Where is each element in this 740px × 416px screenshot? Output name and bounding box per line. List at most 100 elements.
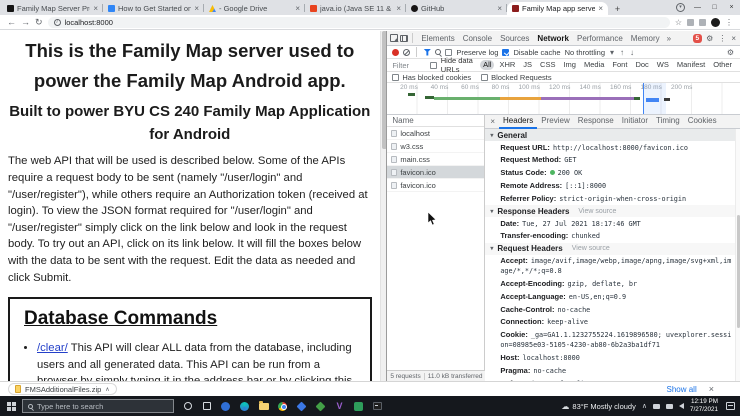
app-button[interactable] [216,396,235,416]
browser-tab[interactable]: java.io (Java SE 11 & JDK 11) × [305,2,406,15]
request-row[interactable]: localhost [387,127,485,140]
request-row[interactable]: w3.css [387,140,485,153]
clear-api-link[interactable]: /clear/ [37,342,68,354]
checkbox[interactable] [392,73,400,81]
filter-pill[interactable]: Other [710,60,735,70]
details-tab[interactable]: Response [574,115,618,129]
devtools-menu-kebab-icon[interactable]: ⋮ [717,34,727,43]
tab-close-icon[interactable]: × [93,4,98,13]
filter-pill[interactable]: Doc [632,60,651,70]
tab-close-icon[interactable]: × [396,4,401,13]
export-har-icon[interactable]: ↓ [629,48,635,57]
maximize-button[interactable]: □ [706,0,723,14]
devtools-tab[interactable]: Elements [417,31,458,46]
reload-icon[interactable]: ↻ [35,17,43,28]
filter-funnel-icon[interactable] [423,48,432,56]
volume-icon[interactable] [678,403,684,409]
weather-widget[interactable]: ☁ 83°F Mostly cloudy [561,402,635,411]
site-info-icon[interactable]: i [53,18,61,26]
browser-tab[interactable]: Family Map Server Program doc × [2,2,103,15]
close-button[interactable]: × [723,0,740,14]
filter-pill[interactable]: Media [581,60,607,70]
tray-app-icon[interactable] [652,403,660,409]
filter-pill[interactable]: WS [654,60,672,70]
hidden-icons-caret[interactable]: ∧ [642,402,647,410]
close-details-icon[interactable]: × [487,117,498,126]
terminal-button[interactable] [368,396,387,416]
file-explorer-button[interactable] [254,396,273,416]
name-column-header[interactable]: Name [387,115,485,127]
filter-pill[interactable]: All [480,60,495,70]
back-icon[interactable]: ← [7,17,16,27]
device-toolbar-icon[interactable] [400,34,409,42]
minimize-button[interactable]: — [689,0,706,14]
show-all-downloads-link[interactable]: Show all [666,385,696,394]
clear-network-log-icon[interactable] [403,48,411,56]
error-count-badge[interactable]: 5 [692,33,703,43]
preserve-log-checkbox[interactable] [445,48,453,56]
filter-pill[interactable]: Img [560,60,579,70]
cortana-button[interactable] [178,396,197,416]
details-tab[interactable]: Headers [499,115,538,129]
tab-close-icon[interactable]: × [295,4,300,13]
more-tabs-icon[interactable]: » [666,34,672,43]
filter-pill[interactable]: CSS [537,60,558,70]
tab-close-icon[interactable]: × [497,4,502,13]
browser-menu-kebab-icon[interactable]: ⋮ [725,18,733,27]
details-scrollbar[interactable] [735,129,740,381]
tab-close-icon[interactable]: × [194,4,199,13]
browser-tab[interactable]: How to Get Started on the Fami × [103,2,204,15]
import-har-icon[interactable]: ↑ [619,48,625,57]
search-icon[interactable] [435,49,442,55]
extension-icon[interactable] [699,18,706,26]
record-icon[interactable] [392,48,400,56]
blocked-option[interactable]: Blocked Requests [481,73,552,82]
url-input[interactable]: i localhost:8000 [47,16,670,28]
app-button[interactable] [292,396,311,416]
view-source-link[interactable]: View source [572,245,610,252]
filter-pill[interactable]: XHR [496,60,518,70]
chrome-button[interactable] [273,396,292,416]
forward-icon[interactable]: → [21,17,30,27]
download-item[interactable]: FMSAdditionalFiles.zip ∧ [8,383,117,395]
throttling-select[interactable]: No throttling [565,48,605,57]
devtools-tab[interactable]: Memory [627,31,664,46]
visual-studio-button[interactable]: V [330,396,349,416]
details-tab[interactable]: Timing [652,115,684,129]
start-button[interactable] [0,396,22,416]
devtools-tab[interactable]: Performance [573,31,627,46]
devtools-close-icon[interactable]: × [730,34,737,43]
page-scrollbar[interactable] [379,31,387,381]
general-section-header[interactable]: ▾ General [485,129,740,141]
app-button[interactable] [349,396,368,416]
response-headers-section-header[interactable]: ▾ Response Headers View source [485,205,740,218]
filter-pill[interactable]: JS [520,60,535,70]
tray-app-icon[interactable] [665,403,673,409]
view-source-link[interactable]: View source [578,208,616,215]
app-button[interactable] [311,396,330,416]
browser-tab[interactable]: GitHub × [406,2,507,15]
tab-close-icon[interactable]: × [598,4,603,13]
profile-avatar[interactable] [711,17,720,27]
edge-button[interactable] [235,396,254,416]
browser-tab[interactable]: Family Map app server × [507,2,608,15]
download-menu-caret-icon[interactable]: ∧ [105,386,109,393]
filter-input[interactable]: Filter [392,61,425,70]
blocked-option[interactable]: Has blocked cookies [392,73,471,82]
details-tab[interactable]: Cookies [684,115,721,129]
devtools-tab[interactable]: Sources [496,31,533,46]
new-tab-button[interactable]: + [611,2,624,15]
devtools-settings-gear-icon[interactable]: ⚙ [705,34,714,43]
close-shelf-icon[interactable]: × [709,384,714,394]
extension-icon[interactable] [687,18,694,26]
request-row[interactable]: favicon.ico [387,179,485,192]
request-row[interactable]: favicon.ico [387,166,485,179]
hide-data-urls-checkbox[interactable] [429,61,437,69]
devtools-tab[interactable]: Network [533,31,573,46]
action-center-icon[interactable] [726,402,735,410]
tab-search-button[interactable]: ▾ [672,0,689,14]
filter-pill[interactable]: Font [609,60,630,70]
inspect-element-icon[interactable] [390,34,399,42]
request-row[interactable]: main.css [387,153,485,166]
network-overview-timeline[interactable]: 20 ms 40 ms 60 ms 80 ms 100 ms 120 ms 140 ms 16… [387,83,740,115]
